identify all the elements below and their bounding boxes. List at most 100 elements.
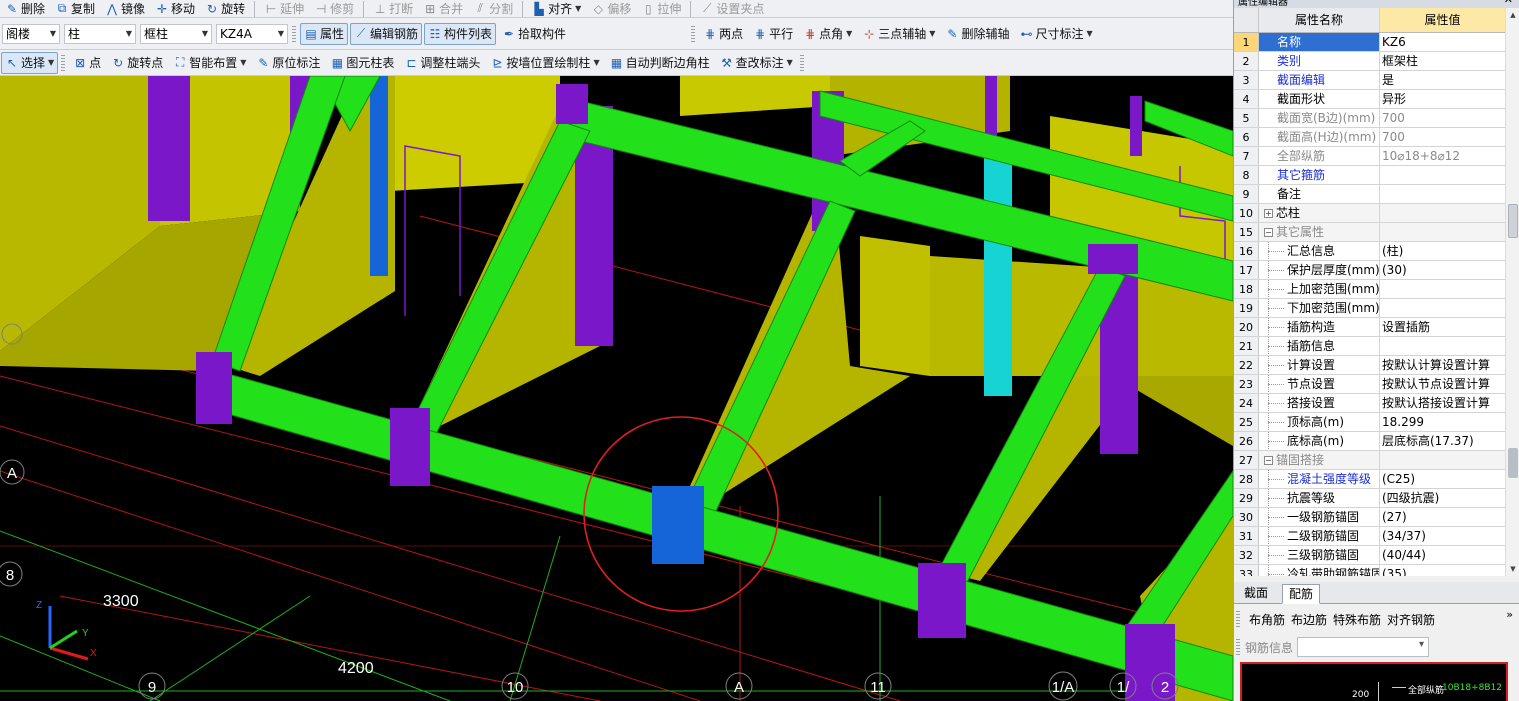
align-rebar-button[interactable]: 对齐钢筋 — [1387, 611, 1435, 628]
property-value[interactable]: 18.299 — [1380, 413, 1505, 431]
property-value[interactable]: 按默认计算设置计算 — [1380, 356, 1505, 374]
property-row[interactable]: 32 三级钢筋锚固 (40/44) — [1234, 546, 1505, 565]
select-arrow-button[interactable]: ↖ 选择 ▼ — [1, 51, 59, 74]
property-value[interactable]: (四级抗震) — [1380, 489, 1505, 507]
property-row[interactable]: 6 截面高(H边)(mm) 700 — [1234, 128, 1505, 147]
offset-button[interactable]: ◇ 偏移 — [587, 0, 635, 17]
property-value[interactable] — [1380, 337, 1505, 355]
dropdown-arrow-icon[interactable]: ▼ — [575, 4, 581, 13]
property-value[interactable]: (30) — [1380, 261, 1505, 279]
3d-viewport[interactable]: A 8 9 10 A 11 1/A 1/ 2 3300 4200 Z Y X — [0, 76, 1233, 701]
property-row[interactable]: 20 插筋构造 设置插筋 — [1234, 318, 1505, 337]
draw-column-by-wall-button[interactable]: ⊵ 按墙位置绘制柱 ▼ — [486, 52, 603, 74]
property-row[interactable]: 1 名称 KZ6 — [1234, 33, 1505, 52]
property-value[interactable]: (柱) — [1380, 242, 1505, 260]
property-scrollbar[interactable]: ▲ ▼ — [1505, 8, 1519, 576]
check-annotation-button[interactable]: ⚒ 查改标注 ▼ — [716, 52, 797, 74]
dropdown-arrow-icon[interactable]: ▼ — [1086, 29, 1092, 38]
property-value[interactable] — [1380, 451, 1505, 469]
property-row[interactable]: 7 全部纵筋 10⌀18+8⌀12 — [1234, 147, 1505, 166]
property-value[interactable]: (34/37) — [1380, 527, 1505, 545]
two-point-button[interactable]: ⋕ 两点 — [699, 23, 747, 45]
property-row[interactable]: 17 保护层厚度(mm) (30) — [1234, 261, 1505, 280]
property-row[interactable]: 3 截面编辑 是 — [1234, 71, 1505, 90]
collapse-icon[interactable]: − — [1264, 228, 1273, 237]
property-row[interactable]: 5 截面宽(B边)(mm) 700 — [1234, 109, 1505, 128]
split-button[interactable]: ⫽ 分割 — [469, 0, 517, 17]
property-row[interactable]: 16 汇总信息 (柱) — [1234, 242, 1505, 261]
property-value[interactable]: 700 — [1380, 128, 1505, 146]
tab-section[interactable]: 截面 — [1238, 584, 1274, 604]
property-value[interactable]: KZ6 — [1380, 33, 1505, 51]
property-value[interactable]: 层底标高(17.37) — [1380, 432, 1505, 450]
component-list-button[interactable]: ☷ 构件列表 — [424, 22, 497, 45]
property-row[interactable]: 8 其它箍筋 — [1234, 166, 1505, 185]
mirror-button[interactable]: ⋀ 镜像 — [101, 0, 149, 17]
property-row[interactable]: 31 二级钢筋锚固 (34/37) — [1234, 527, 1505, 546]
property-value[interactable] — [1380, 185, 1505, 203]
type-select[interactable]: 框柱 ▼ — [140, 23, 212, 44]
property-row[interactable]: 25 顶标高(m) 18.299 — [1234, 413, 1505, 432]
three-point-axis-button[interactable]: ⊹ 三点辅轴 ▼ — [858, 23, 939, 45]
property-row[interactable]: 21 插筋信息 — [1234, 337, 1505, 356]
property-value[interactable]: 按默认搭接设置计算 — [1380, 394, 1505, 412]
property-row[interactable]: 23 节点设置 按默认节点设置计算 — [1234, 375, 1505, 394]
property-value[interactable] — [1380, 223, 1505, 241]
property-value[interactable]: 设置插筋 — [1380, 318, 1505, 336]
scrollbar-thumb[interactable] — [1508, 204, 1518, 238]
component-select[interactable]: KZ4A ▼ — [216, 23, 288, 44]
delete-button[interactable]: ✎ 删除 — [1, 0, 49, 17]
floor-select[interactable]: 阁楼 ▼ — [2, 23, 60, 44]
rotate-point-button[interactable]: ↻ 旋转点 — [107, 52, 167, 74]
property-value[interactable] — [1380, 204, 1505, 222]
property-value[interactable]: (C25) — [1380, 470, 1505, 488]
property-value[interactable]: 异形 — [1380, 90, 1505, 108]
property-row[interactable]: 33 冷轧带肋钢筋锚固 (35) — [1234, 565, 1505, 576]
dropdown-arrow-icon[interactable]: ▼ — [846, 29, 852, 38]
corner-rebar-button[interactable]: 布角筋 — [1249, 611, 1285, 628]
move-button[interactable]: ✛ 移动 — [151, 0, 199, 17]
grip-point-button[interactable]: ⟋ 设置夹点 — [696, 0, 768, 17]
break-button[interactable]: ⊥ 打断 — [369, 0, 417, 17]
collapse-icon[interactable]: − — [1264, 456, 1273, 465]
property-row[interactable]: 22 计算设置 按默认计算设置计算 — [1234, 356, 1505, 375]
property-value[interactable] — [1380, 166, 1505, 184]
property-value[interactable]: 按默认节点设置计算 — [1380, 375, 1505, 393]
property-row[interactable]: 9 备注 — [1234, 185, 1505, 204]
property-value[interactable]: (35) — [1380, 565, 1505, 576]
property-value[interactable]: (40/44) — [1380, 546, 1505, 564]
property-value[interactable]: (27) — [1380, 508, 1505, 526]
property-row[interactable]: 24 搭接设置 按默认搭接设置计算 — [1234, 394, 1505, 413]
delete-axis-button[interactable]: ✎ 删除辅轴 — [941, 23, 1013, 45]
property-row[interactable]: 2 类别 框架柱 — [1234, 52, 1505, 71]
pick-component-button[interactable]: ✒ 拾取构件 — [498, 23, 570, 45]
close-icon[interactable]: ✕ — [1504, 0, 1513, 5]
dropdown-arrow-icon[interactable]: ▼ — [787, 58, 793, 67]
point-button[interactable]: ⊠ 点 — [69, 52, 105, 74]
edit-rebar-button[interactable]: ⟋ 编辑钢筋 — [350, 22, 423, 45]
adjust-column-end-button[interactable]: ⊏ 调整柱端头 — [400, 52, 484, 74]
stretch-button[interactable]: ▯ 拉伸 — [637, 0, 685, 17]
tab-rebar[interactable]: 配筋 — [1282, 584, 1321, 604]
align-button[interactable]: ▙ 对齐 ▼ — [528, 0, 585, 17]
category-select[interactable]: 柱 ▼ — [64, 23, 136, 44]
smart-layout-button[interactable]: ⛶ 智能布置 ▼ — [169, 52, 250, 74]
property-row[interactable]: 27− 锚固搭接 — [1234, 451, 1505, 470]
scroll-up-icon[interactable]: ▲ — [1506, 8, 1519, 22]
rebar-info-select[interactable] — [1297, 637, 1430, 657]
property-row[interactable]: 19 下加密范围(mm) — [1234, 299, 1505, 318]
property-row[interactable]: 4 截面形状 异形 — [1234, 90, 1505, 109]
more-icon[interactable]: » — [1506, 608, 1513, 621]
property-row[interactable]: 30 一级钢筋锚固 (27) — [1234, 508, 1505, 527]
property-row[interactable]: 29 抗震等级 (四级抗震) — [1234, 489, 1505, 508]
dropdown-arrow-icon[interactable]: ▼ — [593, 58, 599, 67]
property-value[interactable] — [1380, 299, 1505, 317]
dimension-button[interactable]: ⊷ 尺寸标注 ▼ — [1015, 23, 1096, 45]
property-value[interactable] — [1380, 280, 1505, 298]
merge-button[interactable]: ⊞ 合并 — [419, 0, 467, 17]
point-angle-button[interactable]: ⋕ 点角 ▼ — [799, 23, 856, 45]
extend-button[interactable]: ⊢ 延伸 — [260, 0, 308, 17]
section-preview[interactable]: 200 全部纵筋 10B18+8B12 — [1240, 662, 1508, 701]
dropdown-arrow-icon[interactable]: ▼ — [929, 29, 935, 38]
property-row[interactable]: 18 上加密范围(mm) — [1234, 280, 1505, 299]
